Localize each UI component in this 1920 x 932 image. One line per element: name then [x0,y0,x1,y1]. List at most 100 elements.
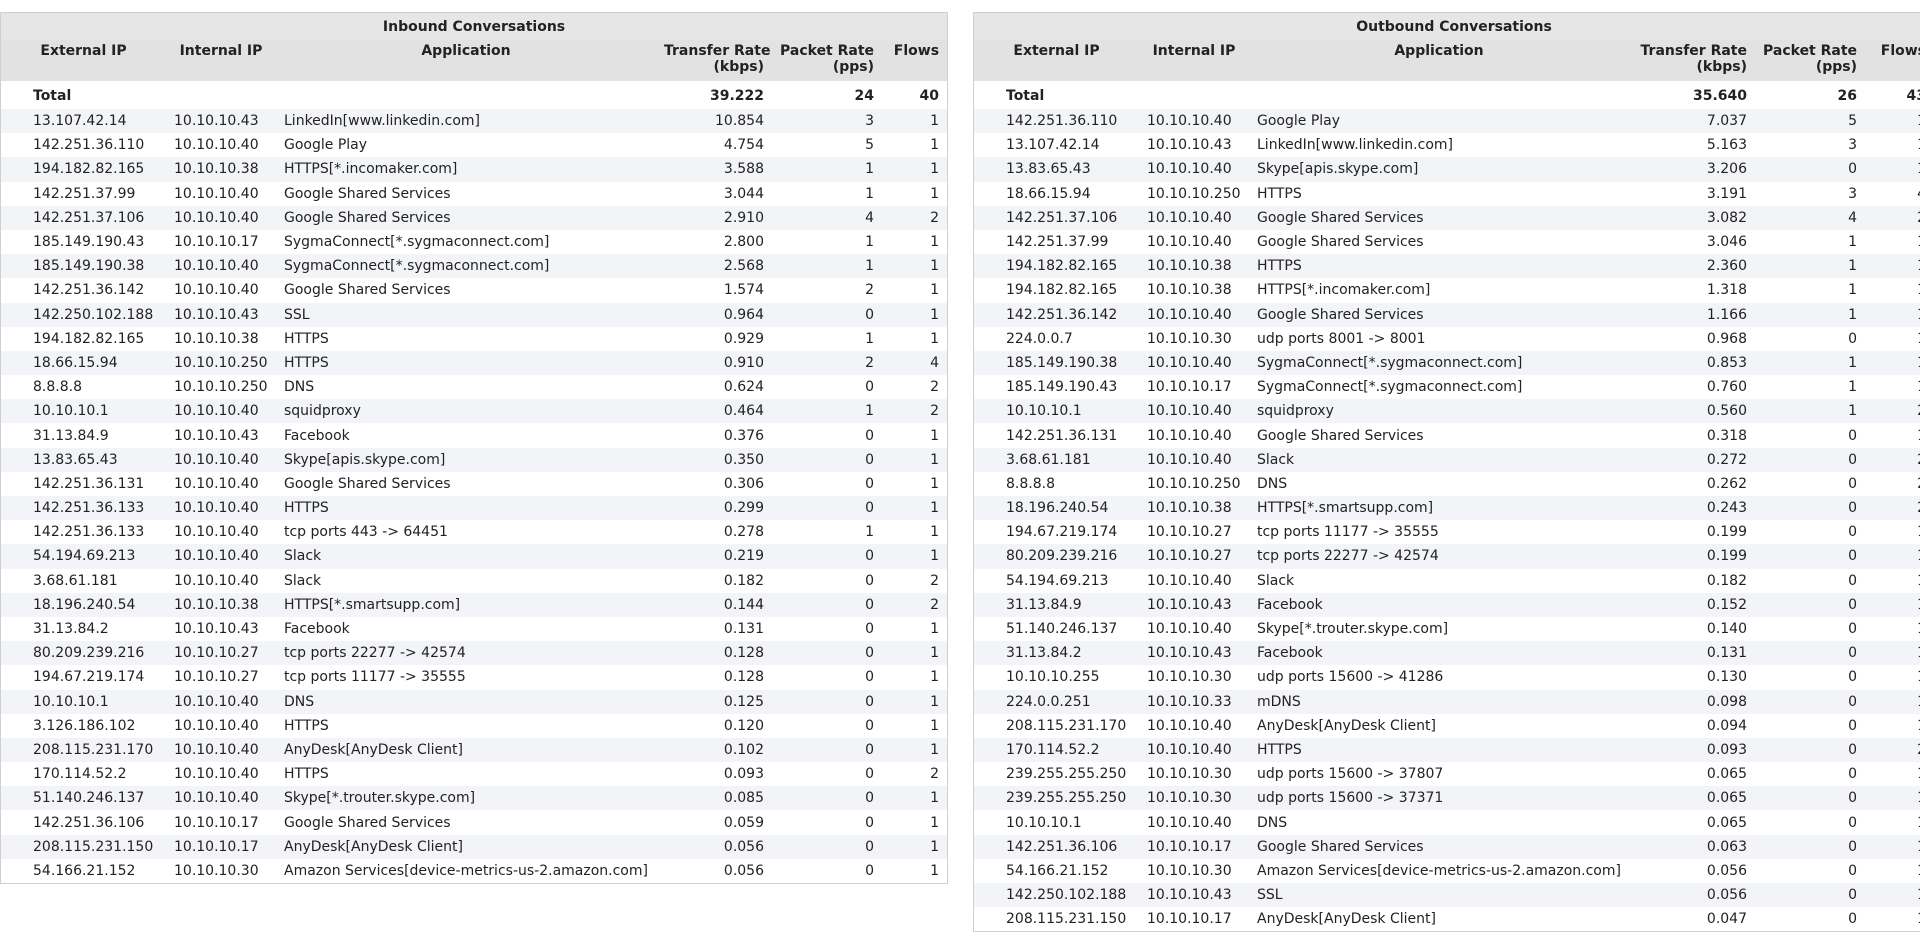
col-packet-rate[interactable]: Packet Rate (pps) [772,40,882,81]
col-transfer-rate[interactable]: Transfer Rate (kbps) [656,40,772,81]
col-internal-ip[interactable]: Internal IP [166,40,276,81]
transfer-rate-cell: 2.360 [1629,254,1755,279]
table-row[interactable]: 18.66.15.94 10.10.10.250 HTTPS 0.910 2 4 [1,350,948,376]
col-application[interactable]: Application [276,40,656,81]
table-row[interactable]: 10.10.10.255 10.10.10.30 udp ports 15600 -… [974,665,1920,690]
table-row[interactable]: 142.251.37.99 10.10.10.40 Google Shared Se… [974,229,1920,255]
table-row[interactable]: 142.250.102.18810.10.10.43SSL0.05601 [974,883,1920,908]
internal-ip-cell: 10.10.10.17 [1139,375,1249,400]
table-row[interactable]: 185.149.190.38 10.10.10.40 SygmaConnect[*.… [974,350,1920,376]
table-row[interactable]: 10.10.10.110.10.10.40DNS0.06501 [974,810,1920,835]
table-row[interactable]: 80.209.239.216 10.10.10.27 tcp ports 22277… [974,544,1920,569]
table-row[interactable]: 142.251.36.133 10.10.10.40 HTTPS 0.299 0 1 [1,496,948,521]
application-cell: AnyDesk[AnyDesk Client] [1249,713,1629,738]
table-row[interactable]: 194.182.82.165 10.10.10.38 HTTPS[*.incomak… [1,157,948,182]
table-row[interactable]: 8.8.8.8 10.10.10.250 DNS 0.624 0 2 [1,375,948,400]
table-row[interactable]: 142.251.36.142 10.10.10.40 Google Shared S… [974,302,1920,327]
col-packet-rate[interactable]: Packet Rate (pps) [1755,40,1865,81]
table-row[interactable]: 185.149.190.38 10.10.10.40 SygmaConnect[*.… [1,254,948,279]
packet-rate-cell: 0 [1755,858,1865,883]
application-cell: AnyDesk[AnyDesk Client] [276,737,656,763]
table-row[interactable]: 170.114.52.210.10.10.40HTTPS0.09302 [1,762,948,787]
table-row[interactable]: 142.251.36.131 10.10.10.40 Google Shared S… [1,471,948,496]
table-row[interactable]: 13.83.65.43 10.10.10.40 Skype[apis.skype.c… [974,157,1920,182]
table-row[interactable]: 208.115.231.150 10.10.10.17 AnyDesk[AnyDes… [1,834,948,859]
table-row[interactable]: 54.194.69.213 10.10.10.40 Slack 0.219 0 1 [1,544,948,569]
col-application[interactable]: Application [1249,40,1629,81]
table-row[interactable]: 31.13.84.210.10.10.43Facebook0.13101 [1,616,948,642]
table-row[interactable]: 239.255.255.250 10.10.10.30 udp ports 1560… [974,786,1920,811]
table-row[interactable]: 3.68.61.181 10.10.10.40 Slack 0.182 0 2 [1,568,948,593]
table-row[interactable]: 51.140.246.137 10.10.10.40 Skype[*.trouter… [974,616,1920,642]
table-row[interactable]: 54.166.21.152 10.10.10.30 Amazon Services[… [1,858,948,883]
table-row[interactable]: 185.149.190.43 10.10.10.17 SygmaConnect[*.… [974,375,1920,400]
table-row[interactable]: 8.8.8.810.10.10.250DNS0.26202 [974,471,1920,496]
table-row[interactable]: 194.182.82.165 10.10.10.38 HTTPS[*.incomak… [974,278,1920,303]
table-row[interactable]: 31.13.84.910.10.10.43Facebook0.15201 [974,592,1920,617]
table-row[interactable]: 54.166.21.152 10.10.10.30 Amazon Services[… [974,858,1920,883]
application-cell: Amazon Services[device-metrics-us-2.amaz… [276,858,656,883]
table-row[interactable]: 194.182.82.16510.10.10.38HTTPS2.36011 [974,254,1920,279]
table-row[interactable]: 208.115.231.170 10.10.10.40 AnyDesk[AnyDes… [1,737,948,763]
table-row[interactable]: 239.255.255.250 10.10.10.30 udp ports 1560… [974,762,1920,787]
table-row[interactable]: 142.251.36.131 10.10.10.40 Google Shared S… [974,423,1920,448]
table-row[interactable]: 208.115.231.170 10.10.10.40 AnyDesk[AnyDes… [974,713,1920,738]
table-row[interactable]: 208.115.231.150 10.10.10.17 AnyDesk[AnyDes… [974,907,1920,932]
external-ip-cell: 10.10.10.1 [974,399,1139,424]
table-row[interactable]: 80.209.239.216 10.10.10.27 tcp ports 22277… [1,641,948,666]
table-row[interactable]: 18.66.15.9410.10.10.250HTTPS3.19134 [974,181,1920,206]
col-external-ip[interactable]: External IP [1,40,166,81]
application-cell: SSL [1249,883,1629,908]
table-row[interactable]: 224.0.0.7 10.10.10.30 udp ports 8001 -> 80… [974,326,1920,351]
flows-cell: 1 [882,616,948,642]
col-external-ip[interactable]: External IP [974,40,1139,81]
flows-cell: 1 [1865,326,1920,351]
table-row[interactable]: 10.10.10.110.10.10.40squidproxy0.56012 [974,399,1920,424]
table-row[interactable]: 13.83.65.43 10.10.10.40 Skype[apis.skype.c… [1,447,948,472]
table-row[interactable]: 142.251.36.106 10.10.10.17 Google Shared S… [1,810,948,835]
table-row[interactable]: 142.251.37.106 10.10.10.40 Google Shared S… [1,205,948,230]
table-row[interactable]: 194.67.219.174 10.10.10.27 tcp ports 11177… [1,665,948,690]
table-row[interactable]: 18.196.240.54 10.10.10.38 HTTPS[*.smartsup… [1,592,948,617]
packet-rate-cell: 2 [772,278,882,303]
table-row[interactable]: 13.107.42.14 10.10.10.43 LinkedIn[www.link… [1,109,948,134]
table-row[interactable]: 10.10.10.1 10.10.10.40 squidproxy 0.464 1 2 [1,399,948,424]
table-row[interactable]: 142.251.36.106 10.10.10.17 Google Shared S… [974,834,1920,859]
flows-cell: 1 [882,133,948,158]
table-row[interactable]: 142.251.36.110 10.10.10.40 Google Play 7.03… [974,109,1920,134]
table-row[interactable]: 194.67.219.174 10.10.10.27 tcp ports 11177… [974,520,1920,545]
transfer-rate-cell: 4.754 [656,133,772,158]
table-row[interactable]: 224.0.0.25110.10.10.33mDNS0.09801 [974,689,1920,714]
table-row[interactable]: 13.107.42.14 10.10.10.43 LinkedIn[www.link… [974,133,1920,158]
table-row[interactable]: 18.196.240.54 10.10.10.38 HTTPS[*.smartsup… [974,496,1920,521]
table-row[interactable]: 142.251.37.99 10.10.10.40 Google Shared Se… [1,181,948,206]
col-internal-ip[interactable]: Internal IP [1139,40,1249,81]
table-row[interactable]: 194.182.82.165 10.10.10.38 HTTPS 0.929 1 1 [1,326,948,351]
packet-rate-cell: 0 [772,689,882,714]
table-row[interactable]: 10.10.10.1 10.10.10.40 DNS 0.125 0 1 [1,689,948,714]
col-flows[interactable]: Flows [882,40,948,81]
col-transfer-rate[interactable]: Transfer Rate (kbps) [1629,40,1755,81]
table-row[interactable]: 185.149.190.43 10.10.10.17 SygmaConnect[*.… [1,229,948,255]
table-row[interactable]: 31.13.84.9 10.10.10.43 Facebook 0.376 0 1 [1,423,948,448]
table-row[interactable]: 170.114.52.210.10.10.40HTTPS0.09302 [974,737,1920,763]
table-row[interactable]: 3.68.61.18110.10.10.40Slack0.27202 [974,447,1920,472]
table-row[interactable]: 3.126.186.102 10.10.10.40 HTTPS 0.120 0 1 [1,713,948,738]
application-cell: mDNS [1249,689,1629,714]
table-row[interactable]: 54.194.69.21310.10.10.40Slack0.18201 [974,568,1920,593]
table-row[interactable]: 51.140.246.137 10.10.10.40 Skype[*.trouter… [1,786,948,811]
col-flows[interactable]: Flows [1865,40,1920,81]
external-ip-cell: 142.251.36.106 [974,834,1139,859]
table-row[interactable]: 142.251.36.133 10.10.10.40 tcp ports 443 -… [1,520,948,545]
internal-ip-cell: 10.10.10.40 [1139,205,1249,230]
table-row[interactable]: 31.13.84.210.10.10.43Facebook0.13101 [974,641,1920,666]
table-row[interactable]: 142.250.102.188 10.10.10.43 SSL 0.964 0 1 [1,302,948,327]
table-row[interactable]: 142.251.36.110 10.10.10.40 Google Play 4.75… [1,133,948,158]
external-ip-cell: 31.13.84.9 [974,592,1139,617]
table-row[interactable]: 142.251.37.106 10.10.10.40 Google Shared S… [974,205,1920,230]
application-cell: Facebook [276,423,656,448]
table-row[interactable]: 142.251.36.142 10.10.10.40 Google Shared S… [1,278,948,303]
packet-rate-cell: 1 [1755,350,1865,376]
application-cell: DNS [1249,471,1629,496]
transfer-rate-cell: 0.085 [656,786,772,811]
